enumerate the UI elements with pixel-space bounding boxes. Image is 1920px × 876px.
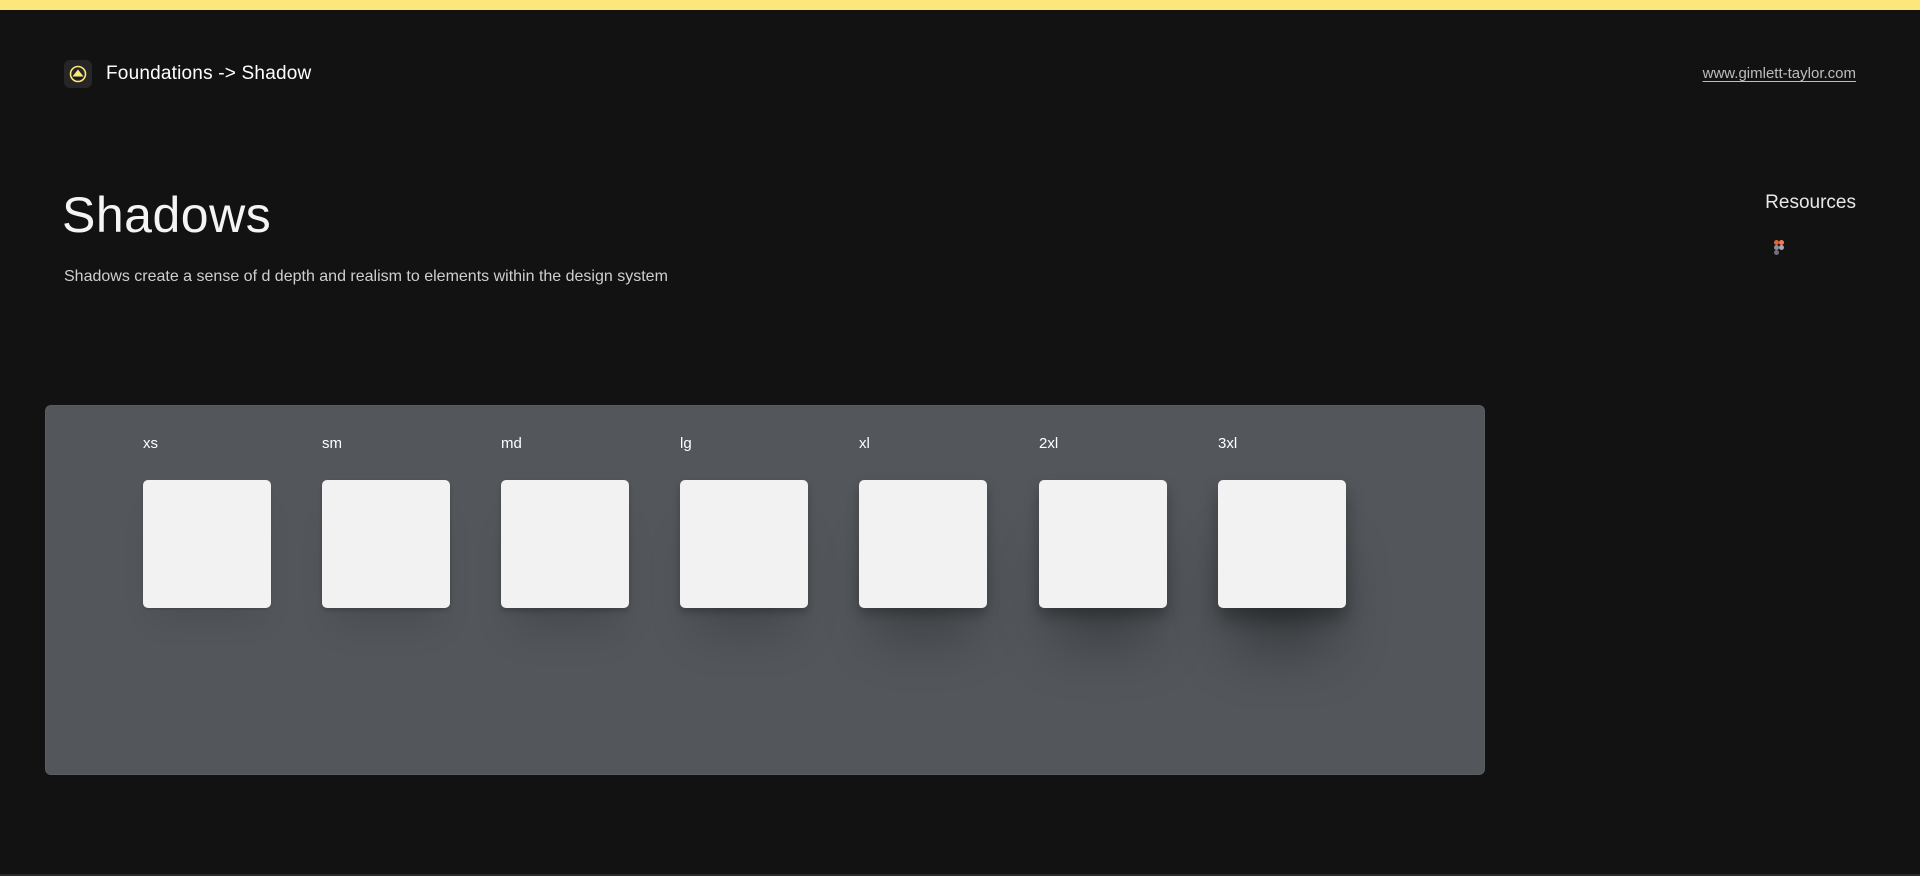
shadow-label: xs xyxy=(143,435,158,452)
page-description: Shadows create a sense of d depth and re… xyxy=(64,268,668,285)
accent-top-stripe xyxy=(0,0,1920,10)
shadow-label: lg xyxy=(680,435,692,452)
shadow-sample-box xyxy=(322,480,450,608)
shadow-sample-box xyxy=(1218,480,1346,608)
page-title: Shadows xyxy=(62,187,272,243)
breadcrumb: Foundations -> Shadow xyxy=(106,63,312,84)
header: Foundations -> Shadow xyxy=(64,60,311,88)
logo-icon[interactable] xyxy=(64,60,92,88)
shadow-sample-box xyxy=(1039,480,1167,608)
shadow-sample-box xyxy=(680,480,808,608)
shadow-label: xl xyxy=(859,435,870,452)
figma-icon[interactable] xyxy=(1771,238,1787,260)
shadow-sample-box xyxy=(143,480,271,608)
shadow-showcase-panel: xs sm md lg xl 2xl 3xl xyxy=(45,405,1485,775)
shadow-label: md xyxy=(501,435,522,452)
shadow-sample-box xyxy=(859,480,987,608)
shadow-label: 2xl xyxy=(1039,435,1059,452)
site-link[interactable]: www.gimlett-taylor.com xyxy=(1703,65,1856,82)
resources-title: Resources xyxy=(1765,192,1856,213)
resources-section: Resources xyxy=(1765,192,1856,214)
shadow-sample-box xyxy=(501,480,629,608)
shadow-label: 3xl xyxy=(1218,435,1238,452)
shadow-label: sm xyxy=(322,435,342,452)
